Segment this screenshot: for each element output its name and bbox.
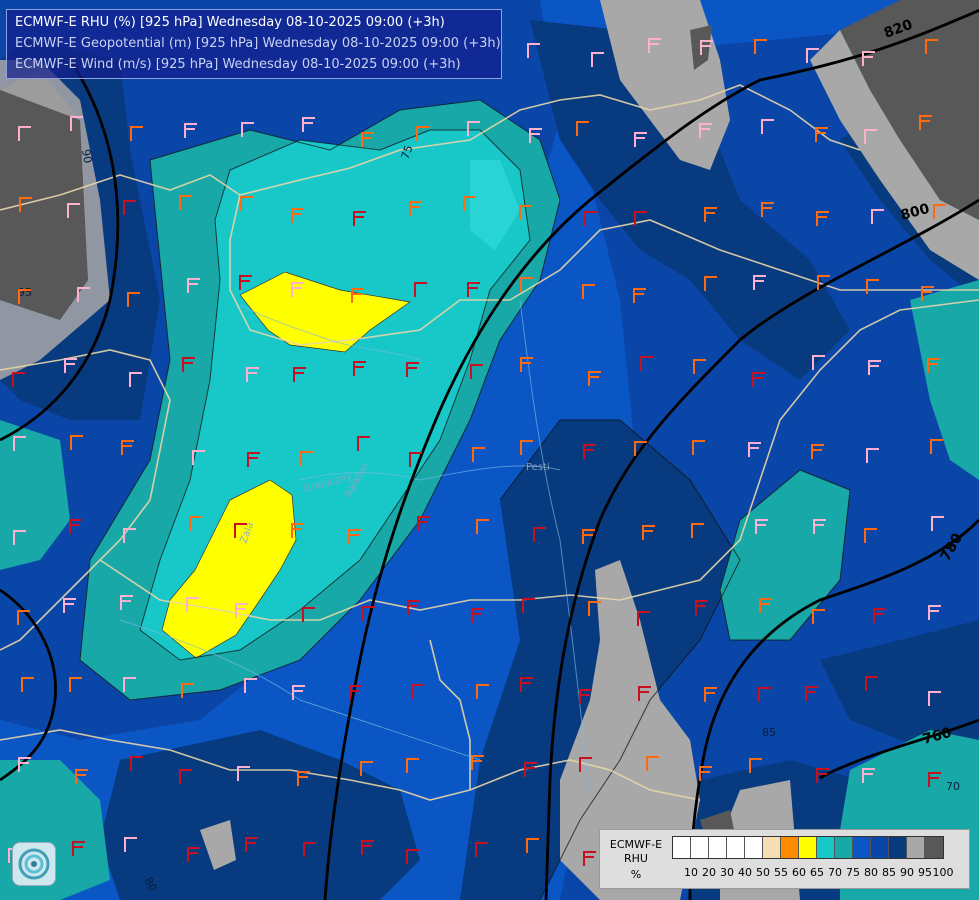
legend-tick: 50 (756, 866, 770, 879)
legend-swatches (672, 836, 944, 859)
legend-tick: 95 (918, 866, 932, 879)
title-wind: ECMWF-E Wind (m/s) [925 hPa] Wednesday 0… (15, 57, 461, 72)
legend-swatch (727, 837, 745, 858)
legend-swatch (763, 837, 781, 858)
label-rhu-90: 90 (79, 148, 94, 164)
rhu-legend: ECMWF-E RHU % 10 20 30 40 50 55 60 65 70 75 80 85 90… (599, 829, 970, 889)
legend-swatch (691, 837, 709, 858)
legend-swatch (871, 837, 889, 858)
legend-tick: 65 (810, 866, 824, 879)
legend-model: ECMWF-E (609, 838, 663, 851)
title-geopotential: ECMWF-E Geopotential (m) [925 hPa] Wedne… (15, 36, 501, 51)
legend-variable: RHU (624, 852, 648, 865)
legend-tick: 75 (846, 866, 860, 879)
legend-tick: 60 (792, 866, 806, 879)
place-label-4: Pesti (526, 462, 550, 473)
legend-swatch (799, 837, 817, 858)
legend-swatch (889, 837, 907, 858)
legend-swatch (907, 837, 925, 858)
legend-ticks: 10 20 30 40 50 55 60 65 70 75 80 85 90 95 100 (672, 866, 972, 880)
legend-tick: 40 (738, 866, 752, 879)
legend-tick: 80 (864, 866, 878, 879)
map-title-box: ECMWF-E RHU (%) [925 hPa] Wednesday 08-1… (6, 9, 502, 79)
legend-tick: 10 (684, 866, 698, 879)
legend-unit: % (630, 868, 642, 881)
legend-tick: 55 (774, 866, 788, 879)
legend-tick: 90 (900, 866, 914, 879)
label-rhu-95: 95 (18, 286, 32, 299)
label-rhu-70: 70 (946, 780, 960, 793)
weather-map: 820 800 780 760 95 90 85 75 70 80 Zala G… (0, 0, 979, 900)
legend-swatch (745, 837, 763, 858)
label-rhu-85: 85 (762, 726, 776, 739)
legend-swatch (781, 837, 799, 858)
swirl-icon (18, 848, 50, 880)
legend-swatch (817, 837, 835, 858)
title-rhu: ECMWF-E RHU (%) [925 hPa] Wednesday 08-1… (15, 15, 445, 30)
legend-tick: 100 (932, 866, 954, 879)
ecmwf-logo (12, 842, 56, 886)
legend-swatch (673, 837, 691, 858)
legend-swatch (709, 837, 727, 858)
legend-swatch (925, 837, 943, 858)
legend-tick: 30 (720, 866, 734, 879)
legend-swatch (835, 837, 853, 858)
legend-tick: 70 (828, 866, 842, 879)
legend-swatch (853, 837, 871, 858)
legend-tick: 85 (882, 866, 896, 879)
legend-tick: 20 (702, 866, 716, 879)
